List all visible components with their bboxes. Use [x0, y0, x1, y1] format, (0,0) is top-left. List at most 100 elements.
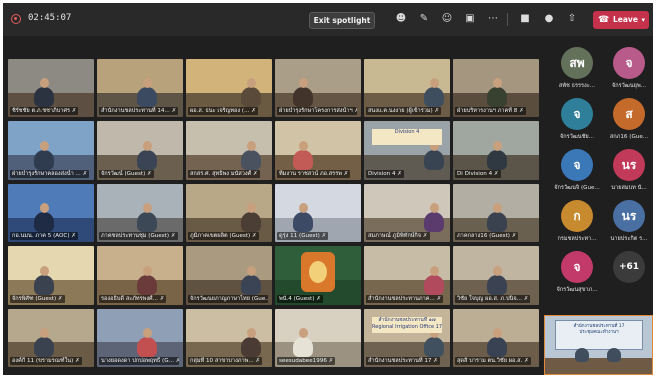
meeting-timer: 02:45:07 — [28, 13, 72, 23]
participant-name: ผอ.ส. ธนะ เจริญทอง (... — [190, 108, 250, 115]
roster-participant[interactable]: สพ สพัช ธรรรงะ... — [553, 47, 601, 90]
participant-figure — [293, 212, 313, 233]
roster-participant[interactable]: สสกภ16 (Gue... — [605, 98, 653, 141]
camera-icon[interactable]: ■ — [517, 11, 533, 27]
mic-muted-icon: ✗ — [395, 170, 402, 177]
tile-background — [8, 308, 94, 343]
video-tile[interactable]: ดูรุ่ง 11 (Guest) ✗ — [275, 183, 361, 243]
video-tile[interactable]: สำนักงานชลประทานที่ ๑๗ Regional Irrigatio… — [364, 308, 450, 367]
reactions-icon[interactable]: ☺ — [439, 11, 455, 27]
video-tile[interactable]: พนั.4 (Guest) ✗ — [275, 246, 361, 305]
chevron-down-icon[interactable]: ▾ — [641, 11, 645, 29]
leave-button[interactable]: ☎ Leave ▾ — [593, 11, 649, 29]
participant-name: ฝ่ายบริหารงานฯ ภาคที่ 8 — [457, 108, 518, 115]
video-tile[interactable]: Di Division 4 ✗ — [453, 121, 539, 180]
video-tile[interactable]: นางยอดงดา ปกปอพฤทธิ์ (G... ✗ — [97, 308, 183, 367]
people-icon[interactable]: ☻ — [393, 11, 409, 27]
tile-background — [8, 121, 94, 156]
participant-name: ทีมงาน ราชสวน์ ภอ.สรรพ — [279, 170, 342, 177]
exit-spotlight-button[interactable]: Exit spotlight — [309, 12, 375, 29]
participant-head — [492, 78, 502, 89]
participant-name: ฝ่ายบำรุงรักษาโครงการส่งน้ำฯ — [279, 108, 353, 115]
participant-head — [39, 140, 49, 151]
participant-figure — [424, 336, 444, 357]
video-tile[interactable]: ฝ่ายบริหารงานฯ ภาคที่ 8 ✗ — [453, 59, 539, 118]
video-tile[interactable]: จักรวัฒนยภาญภาษาไทย (Gue... ✗ — [186, 246, 272, 305]
video-tile[interactable]: ผอ.ส. ธนะ เจริญทอง (... ✗ — [186, 59, 272, 118]
more-options-icon[interactable]: ⋯ — [485, 11, 501, 27]
video-tile[interactable]: ชิรัชชัย ต.ภ.ชชาภิบาศร ✗ — [8, 59, 94, 118]
video-tile[interactable]: รองอธิบดี สะภัทรพงศ์... ✗ — [97, 246, 183, 305]
spotlight-desk — [545, 358, 652, 374]
roster-participant[interactable]: นร นายสมบท นั... — [605, 149, 653, 192]
participant-figure — [34, 336, 54, 357]
video-tile[interactable]: องค์กี 11 (ขรามรณฑ์ใน) ✗ — [8, 308, 94, 367]
video-tile[interactable]: สมภาษณ์ ภูมิพิทักษ์กิจ ✗ — [364, 183, 450, 243]
video-tile[interactable]: สุดสิ บาราม ตน.วิชัย ผอ.ส. ✗ — [453, 308, 539, 367]
share-screen-icon[interactable]: ⇧ — [564, 11, 580, 27]
video-tile[interactable]: กอ.นมน. ภาค 5 (AOC) ✗ — [8, 183, 94, 243]
mic-muted-icon: ✗ — [354, 108, 357, 115]
video-tile[interactable]: ฝ่ายบำรุงรักษาโครงการส่งน้ำฯ ✗ — [275, 59, 361, 118]
video-tile[interactable]: สำนักงานชลประทานภาค... ✗ — [364, 246, 450, 305]
roster-participant[interactable]: จจักรวัฒนสุขาภ... — [553, 251, 601, 294]
mic-muted-icon: ✗ — [250, 233, 257, 240]
video-tile[interactable]: สกสร.ศ. สุทธิพง มนัสวงศ์ ✗ — [186, 121, 272, 180]
video-tile[interactable]: สำนักงานชลประทานที่ 14... ✗ — [97, 59, 183, 118]
mic-muted-icon: ✗ — [521, 295, 529, 302]
tile-background — [8, 183, 94, 218]
roster-participant[interactable]: กกรมชลประทา... — [553, 200, 601, 243]
participant-name-label: ฝ่ายบำรุงรักษาโครงการส่งน้ำฯ ✗ — [277, 107, 357, 116]
meeting-top-bar: 02:45:07 Exit spotlight ☻ ✎ ☺ ▣ ⋯ ■ ● ⇧ … — [3, 3, 653, 36]
spotlight-person — [607, 348, 621, 362]
roster-participant[interactable]: จจักรวัฒนชัย... — [553, 98, 601, 141]
irrigation-office-banner: สำนักงานชลประทานที่ ๑๗ Regional Irrigatio… — [372, 316, 442, 333]
tile-background — [275, 183, 361, 218]
more-participants-button[interactable]: +61 — [605, 251, 653, 283]
rooms-icon[interactable]: ▣ — [462, 11, 478, 27]
participant-name: สนงแ.ค.นงงาย (ผู้เข้าร่วม) — [368, 108, 433, 115]
roster-participant-name: นายสมบท นั... — [611, 185, 647, 191]
participant-figure — [137, 87, 157, 108]
roster-participant[interactable]: จจักรวัฒนยุพ... — [605, 47, 653, 90]
participant-head — [246, 78, 256, 89]
video-tile[interactable]: สนงแ.ค.นงงาย (ผู้เข้าร่วม) ✗ — [364, 59, 450, 118]
video-tile[interactable]: จักรวัฒน์ (Guest) ✗ — [97, 121, 183, 180]
participant-figure — [34, 87, 54, 108]
participant-figure — [34, 212, 54, 233]
video-tile[interactable]: ฝ่ายบำรุงรักษาคลองส่งน้ำ ... ✗ — [8, 121, 94, 180]
participant-name: ภาคชลประทานชุม (Guest) — [101, 233, 170, 240]
video-tile[interactable]: Division 4 Division 4 ✗ — [364, 121, 450, 180]
banner-line: Regional Irrigation Office 17 — [372, 323, 442, 330]
roster-participant[interactable]: นร นายประกิต ร... — [605, 200, 653, 243]
participant-name: กลุ่มที่ 10 สาขาบางภาพ... — [190, 357, 254, 364]
participant-figure — [424, 212, 444, 233]
participant-name-label: สำนักงานชลประทานที่ 14... ✗ — [99, 107, 179, 116]
participant-figure — [293, 87, 313, 108]
video-tile[interactable]: ภูมิภาคเขตผลิต (Guest) ✗ — [186, 183, 272, 243]
video-tile[interactable]: กลุ่มที่ 10 สาขาบางภาพ... ✗ — [186, 308, 272, 367]
participant-head — [298, 203, 308, 214]
mic-muted-icon: ✗ — [341, 170, 349, 177]
participant-name-label: รองอธิบดี สะภัทรพงศ์... ✗ — [99, 294, 167, 303]
mic-muted-icon: ✗ — [421, 233, 428, 240]
participant-name: นางยอดงดา ปกปอพฤทธิ์ (G... — [101, 357, 174, 364]
toolbar-divider — [507, 13, 508, 26]
video-tile[interactable]: ทีมงาน ราชสวน์ ภอ.สรรพ ✗ — [275, 121, 361, 180]
participant-head — [142, 140, 152, 151]
participant-figure — [241, 336, 261, 357]
chat-icon[interactable]: ✎ — [416, 11, 432, 27]
division-banner: Division 4 — [372, 129, 442, 146]
video-tile[interactable]: จักรพิศัฑ (Guest) ✗ — [8, 246, 94, 305]
tile-background — [97, 246, 183, 281]
microphone-icon[interactable]: ● — [541, 11, 557, 27]
video-tile[interactable]: วิชัย ใจบุญ ผอ.ส. ภ.ปนิจ... ✗ — [453, 246, 539, 305]
roster-participant[interactable]: จจักรวัฒนจิ (Gue... — [553, 149, 601, 192]
video-tile[interactable]: seesudabee1996 ✗ — [275, 308, 361, 367]
video-tile[interactable]: ภาคชลประทานชุม (Guest) ✗ — [97, 183, 183, 243]
participant-figure — [487, 336, 507, 357]
emblem-logo — [301, 252, 335, 293]
video-tile[interactable]: ภาคกลาง16 (Guest) ✗ — [453, 183, 539, 243]
spotlight-video[interactable]: สำนักงานชลประทานที่ 17 ประชุมคณะทำงานฯ — [544, 315, 653, 375]
avatar: สพ — [561, 47, 593, 79]
